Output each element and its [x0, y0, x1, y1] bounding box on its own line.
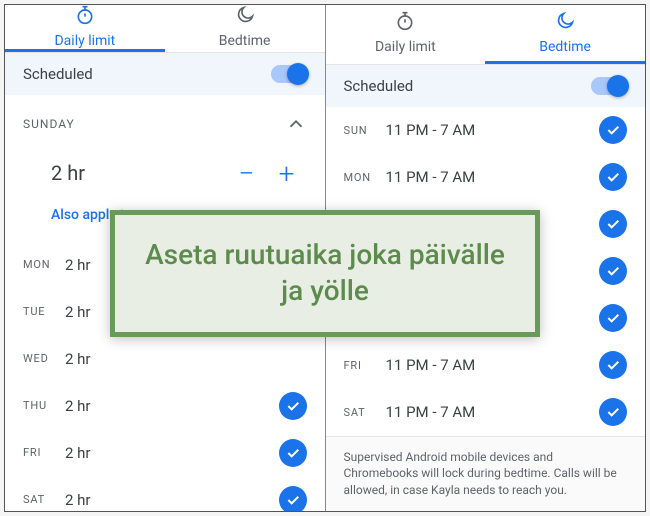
scheduled-toggle[interactable] [271, 65, 307, 83]
day-row[interactable]: SAT2 hr [5, 476, 325, 511]
check-icon[interactable] [599, 163, 627, 191]
day-row[interactable]: FRI11 PM - 7 AM [326, 342, 646, 389]
hours-value: 2 hr [51, 161, 227, 185]
tab-label: Bedtime [219, 33, 271, 49]
check-icon[interactable] [599, 351, 627, 379]
day-row[interactable]: SUN11 PM - 7 AM [326, 107, 646, 154]
check-icon[interactable] [599, 257, 627, 285]
day-value: 11 PM - 7 AM [386, 403, 600, 421]
check-icon[interactable] [599, 398, 627, 426]
tab-bedtime[interactable]: Bedtime [485, 5, 645, 64]
day-value: 11 PM - 7 AM [386, 356, 600, 374]
day-row[interactable]: FRI2 hr [5, 429, 325, 476]
scheduled-toggle[interactable] [591, 77, 627, 95]
day-value: 11 PM - 7 AM [386, 121, 600, 139]
day-value: 2 hr [65, 350, 307, 368]
tab-daily-limit[interactable]: Daily limit [5, 5, 165, 52]
moon-icon [555, 11, 575, 35]
scheduled-label: Scheduled [344, 77, 414, 95]
day-abbr: TUE [23, 305, 65, 318]
overlay-banner: Aseta ruutuaika joka päivälle ja yölle [110, 210, 540, 337]
check-icon[interactable] [279, 439, 307, 467]
tabs-right: Daily limit Bedtime [326, 5, 646, 65]
tab-daily-limit[interactable]: Daily limit [326, 5, 486, 64]
day-abbr: THU [23, 399, 65, 412]
tab-label: Bedtime [539, 39, 591, 55]
increase-button[interactable]: + [267, 153, 307, 193]
day-abbr: WED [23, 352, 65, 365]
day-row[interactable]: THU2 hr [5, 382, 325, 429]
day-abbr: SUN [344, 124, 386, 137]
check-icon[interactable] [279, 486, 307, 512]
scheduled-label: Scheduled [23, 65, 93, 83]
tabs-left: Daily limit Bedtime [5, 5, 325, 53]
day-value: 2 hr [65, 444, 279, 462]
expanded-day-label: SUNDAY [23, 117, 75, 131]
day-abbr: SAT [344, 406, 386, 419]
day-row[interactable]: MON11 PM - 7 AM [326, 154, 646, 201]
stopwatch-icon [395, 11, 415, 35]
check-icon[interactable] [599, 116, 627, 144]
day-row[interactable]: SAT11 PM - 7 AM [326, 389, 646, 436]
tab-bedtime[interactable]: Bedtime [165, 5, 325, 52]
decrease-button[interactable]: − [227, 153, 267, 193]
day-abbr: SAT [23, 493, 65, 506]
hours-stepper-row: 2 hr − + [5, 147, 325, 207]
day-expanded-header[interactable]: SUNDAY [5, 95, 325, 147]
day-abbr: FRI [23, 446, 65, 459]
check-icon[interactable] [279, 392, 307, 420]
day-value: 11 PM - 7 AM [386, 168, 600, 186]
scheduled-row: Scheduled [5, 53, 325, 95]
footer-note: Supervised Android mobile devices and Ch… [326, 436, 646, 511]
day-value: 2 hr [65, 491, 279, 509]
tab-label: Daily limit [54, 33, 115, 49]
day-abbr: FRI [344, 359, 386, 372]
moon-icon [235, 5, 255, 29]
scheduled-row: Scheduled [326, 65, 646, 107]
chevron-up-icon [285, 113, 307, 135]
day-abbr: MON [23, 258, 65, 271]
tab-label: Daily limit [375, 39, 436, 55]
stopwatch-icon [75, 5, 95, 29]
day-abbr: MON [344, 171, 386, 184]
check-icon[interactable] [599, 210, 627, 238]
day-value: 2 hr [65, 397, 279, 415]
day-row[interactable]: WED2 hr [5, 335, 325, 382]
check-icon[interactable] [599, 304, 627, 332]
